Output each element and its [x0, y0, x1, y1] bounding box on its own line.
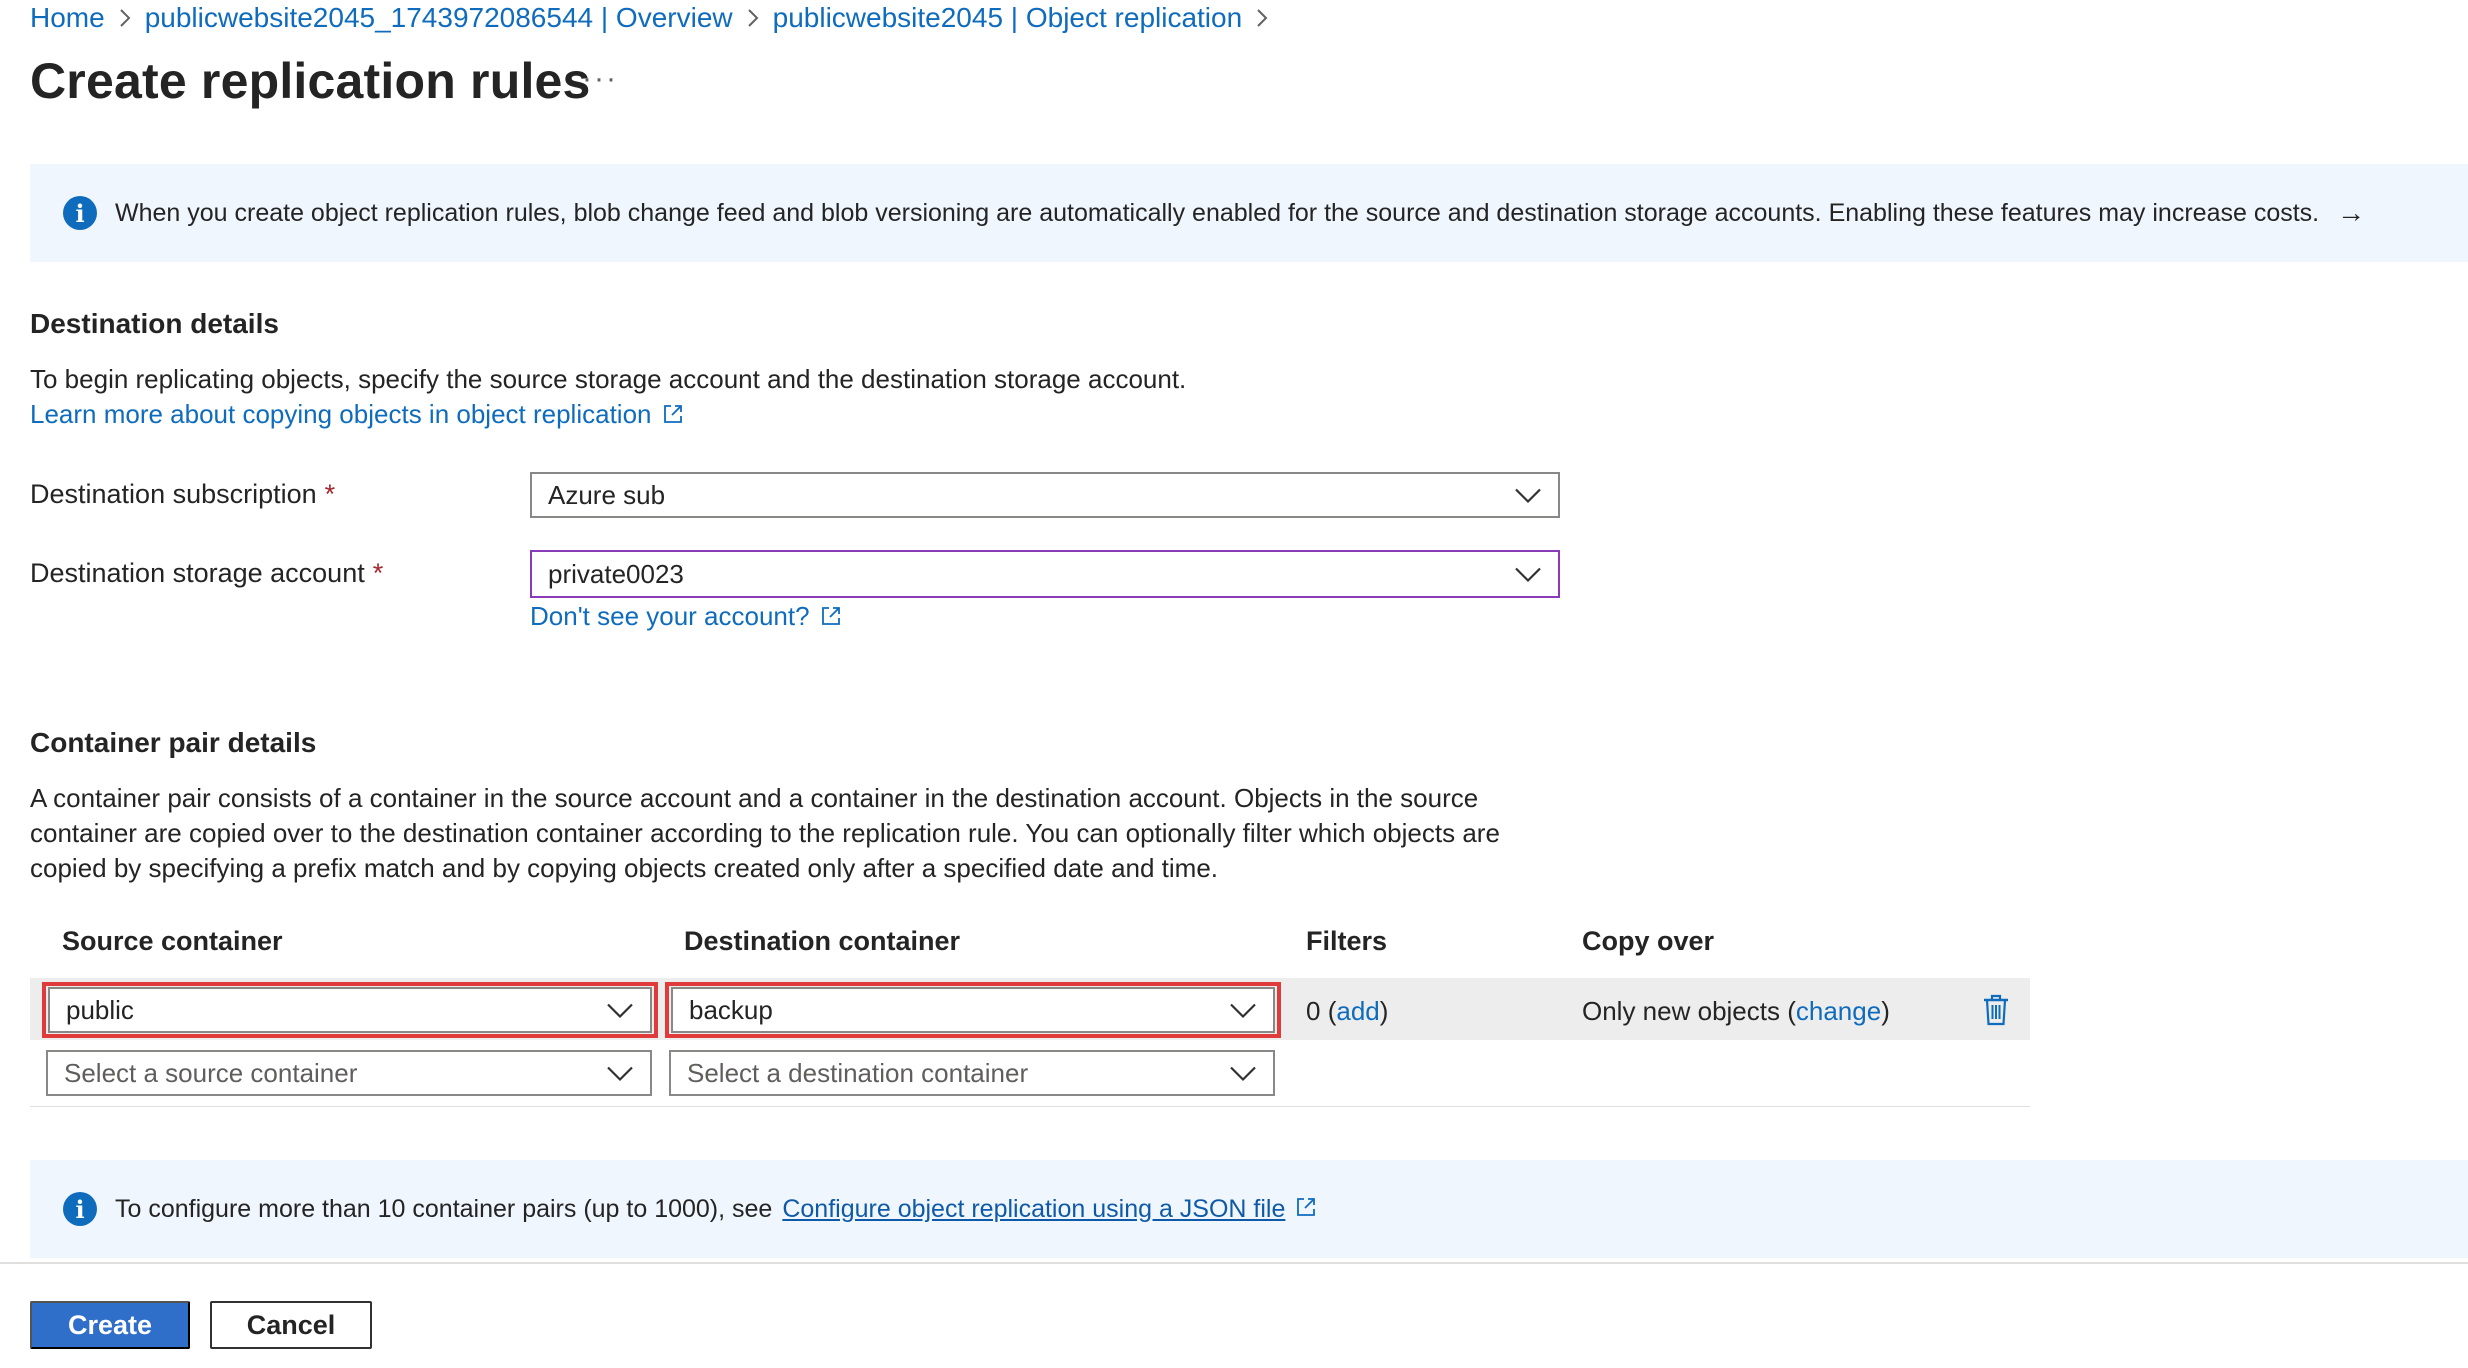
chevron-down-icon [1514, 559, 1542, 590]
breadcrumb-home[interactable]: Home [30, 2, 105, 34]
chevron-down-icon [1514, 480, 1542, 511]
destination-description: To begin replicating objects, specify th… [30, 364, 1187, 394]
chevron-right-icon [119, 8, 131, 28]
info-icon: i [63, 1192, 97, 1226]
page-title: Create replication rules [30, 53, 591, 109]
container-pair-description-line-1: A container pair consists of a container… [30, 783, 1479, 813]
learn-more-row: Learn more about copying objects in obje… [30, 397, 684, 434]
chevron-right-icon [1256, 8, 1268, 28]
destination-details-heading: Destination details [30, 308, 279, 339]
source-container-dropdown[interactable]: public [48, 987, 652, 1033]
configure-json-link[interactable]: Configure object replication using a JSO… [782, 1195, 1285, 1224]
chevron-right-icon [747, 8, 759, 28]
source-container-value: public [66, 994, 134, 1025]
new-source-placeholder: Select a source container [64, 1057, 358, 1088]
column-header-source: Source container [62, 926, 283, 956]
column-header-destination: Destination container [684, 926, 961, 956]
destination-subscription-value: Azure sub [548, 479, 666, 510]
info-banner-costs: i When you create object replication rul… [30, 164, 2468, 262]
dont-see-account-row: Don't see your account? [530, 599, 842, 636]
container-pair-description-line-2: container are copied over to the destina… [30, 818, 1500, 848]
more-options-icon[interactable]: ··· [582, 62, 618, 96]
table-divider [30, 1106, 2030, 1107]
container-pair-description-line-3: copied by specifying a prefix match and … [30, 853, 1219, 883]
info-banner-json-text: To configure more than 10 container pair… [115, 1194, 773, 1223]
external-link-icon [820, 601, 842, 636]
external-link-icon [1295, 1196, 1317, 1223]
required-mark: * [324, 479, 336, 509]
learn-more-link[interactable]: Learn more about copying objects in obje… [30, 399, 652, 429]
column-header-copy-over: Copy over [1582, 926, 1715, 956]
create-button[interactable]: Create [30, 1301, 190, 1349]
copy-over-change-link[interactable]: change [1796, 996, 1881, 1026]
destination-storage-dropdown[interactable]: private0023 [530, 550, 1560, 598]
new-source-container-dropdown[interactable]: Select a source container [46, 1050, 652, 1096]
destination-storage-value: private0023 [548, 558, 684, 589]
chevron-down-icon [606, 995, 634, 1026]
container-pair-heading: Container pair details [30, 727, 317, 758]
destination-container-dropdown[interactable]: backup [671, 987, 1275, 1033]
arrow-right-icon[interactable]: → [2337, 197, 2365, 229]
filters-count: 0 [1306, 996, 1321, 1026]
copy-over-cell: Only new objects (change) [1582, 996, 1890, 1026]
required-mark: * [372, 558, 384, 588]
delete-icon[interactable] [1982, 994, 2010, 1031]
dont-see-account-link[interactable]: Don't see your account? [530, 601, 810, 631]
column-header-filters: Filters [1306, 926, 1388, 956]
info-icon: i [63, 196, 97, 230]
breadcrumb-overview[interactable]: publicwebsite2045_1743972086544 | Overvi… [145, 2, 733, 34]
cancel-button[interactable]: Cancel [210, 1301, 372, 1349]
filters-add-link[interactable]: add [1336, 996, 1379, 1026]
info-banner-json: i To configure more than 10 container pa… [30, 1160, 2468, 1258]
destination-subscription-dropdown[interactable]: Azure sub [530, 472, 1560, 518]
copy-over-value: Only new objects [1582, 996, 1780, 1026]
new-destination-container-dropdown[interactable]: Select a destination container [669, 1050, 1275, 1096]
breadcrumb-object-replication[interactable]: publicwebsite2045 | Object replication [773, 2, 1243, 34]
chevron-down-icon [606, 1058, 634, 1089]
info-banner-text: When you create object replication rules… [115, 198, 2320, 227]
destination-storage-label: Destination storage account * [30, 558, 384, 588]
destination-subscription-label: Destination subscription * [30, 479, 336, 509]
new-destination-placeholder: Select a destination container [687, 1057, 1029, 1088]
external-link-icon [662, 399, 684, 434]
filters-cell: 0 (add) [1306, 996, 1389, 1026]
chevron-down-icon [1229, 995, 1257, 1026]
chevron-down-icon [1229, 1058, 1257, 1089]
destination-container-value: backup [689, 994, 773, 1025]
breadcrumb: Home publicwebsite2045_1743972086544 | O… [30, 0, 1282, 36]
